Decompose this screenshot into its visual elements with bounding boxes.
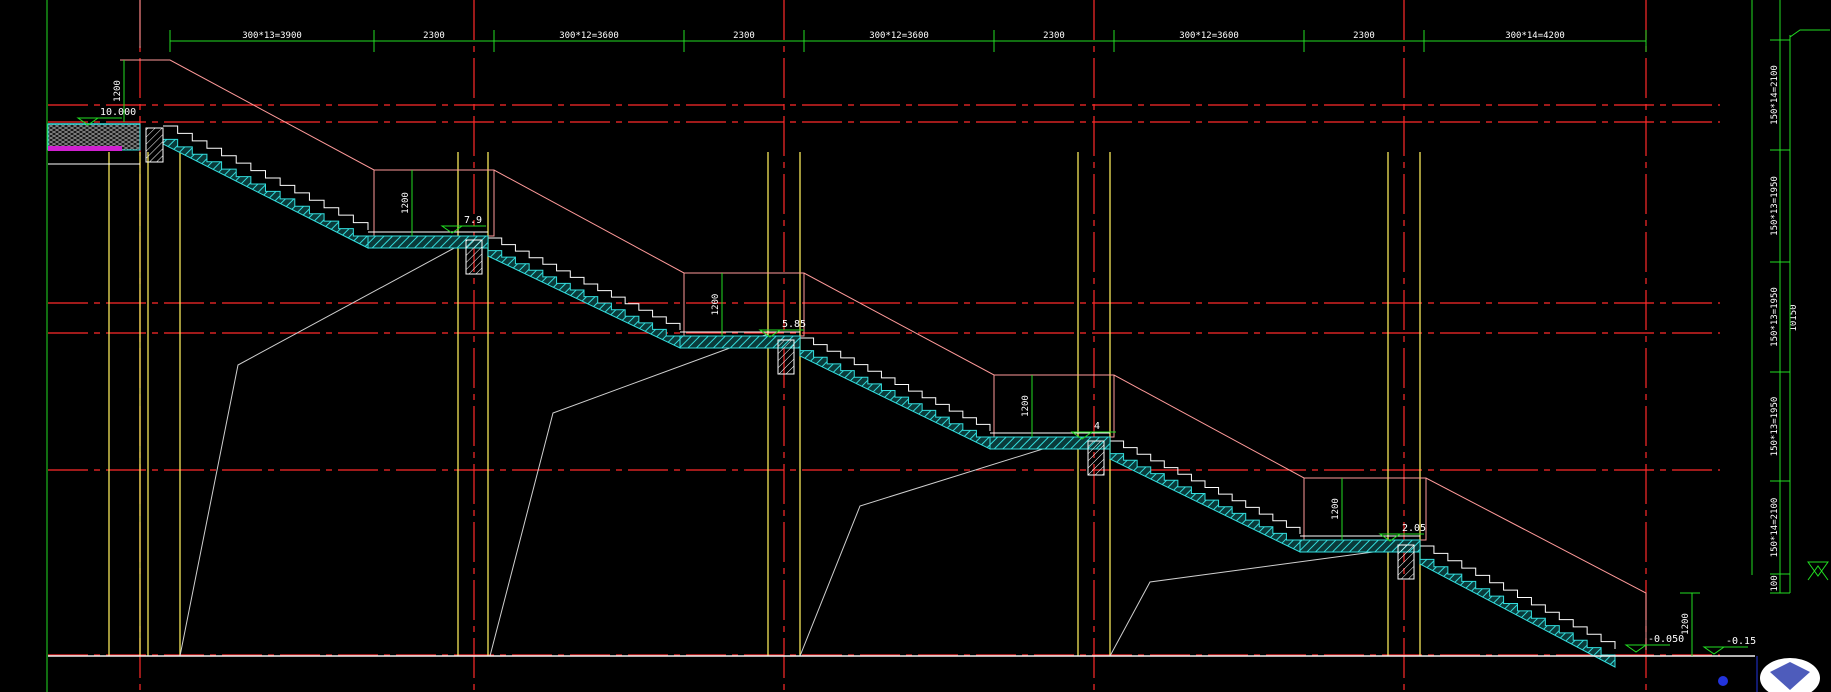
- dimension-annotations: 300*13=3900 2300 300*12=3600 2300 300*12=360…: [113, 29, 1830, 656]
- landing-height-label: 1200: [711, 294, 721, 316]
- level-bottom-symbol: [1624, 644, 1670, 653]
- outline-railing-line: [120, 59, 1647, 650]
- top-dimension-label: 300*12=3600: [1179, 31, 1239, 41]
- support-brace: [799, 437, 1079, 657]
- stair-flight: [1109, 447, 1301, 553]
- railing-height-label-bottom: 1200: [1681, 613, 1691, 635]
- top-dimension-label: 300*12=3600: [869, 31, 929, 41]
- stair-steps: [800, 337, 991, 431]
- level-bottom: -0.050: [1648, 634, 1684, 645]
- top-floor-slab: [47, 123, 164, 165]
- stair-flight: [1419, 552, 1616, 668]
- support-brace: [179, 245, 459, 657]
- landing-beam: [1087, 440, 1105, 476]
- drawing-frame: [46, 0, 1781, 692]
- axis-horizontal-lines: [48, 104, 1720, 656]
- right-dimension-label: 150*13=1950: [1770, 397, 1780, 457]
- stair-section: [162, 125, 1616, 668]
- right-dimension-label: 150*14=2100: [1770, 65, 1780, 125]
- railing-height-label: 1200: [113, 80, 123, 102]
- stair-steps: [1110, 440, 1301, 534]
- level-landing-2: 5.85: [782, 319, 806, 330]
- landing-height-label: 1200: [1331, 498, 1341, 520]
- level-ground-symbol: [1702, 646, 1748, 655]
- level-ground: -0.15: [1726, 636, 1756, 647]
- stair-flight: [799, 344, 991, 450]
- top-dimension-label: 300*14=4200: [1505, 31, 1565, 41]
- top-dimension-chain: 300*13=3900 2300 300*12=3600 2300 300*12=360…: [169, 30, 1647, 52]
- level-landing-1: 7.9: [464, 215, 482, 226]
- compass-icon: [1718, 656, 1820, 692]
- right-dimension-label: 100: [1770, 575, 1780, 591]
- landing-height-label: 1200: [401, 192, 411, 214]
- top-dimension-label: 300*13=3900: [242, 31, 302, 41]
- top-dimension-label: 2300: [1043, 31, 1065, 41]
- top-dimension-label: 300*12=3600: [559, 31, 619, 41]
- level-arrow-bottom: [1807, 561, 1829, 581]
- level-top: 10.000: [100, 107, 136, 118]
- landing-beam: [777, 339, 795, 375]
- cad-drawing-canvas[interactable]: 300*13=3900 2300 300*12=3600 2300 300*12=360…: [0, 0, 1831, 692]
- level-landing-4: 2.05: [1402, 523, 1426, 534]
- right-dimension-label: 150*13=1950: [1770, 176, 1780, 236]
- top-dimension-label: 2300: [1353, 31, 1375, 41]
- right-dimension-chain: 150*14=2100 150*13=1950 150*13=1950 150*13=…: [1770, 29, 1830, 594]
- level-landing-3: 4: [1094, 421, 1100, 432]
- stair-steps: [488, 237, 681, 330]
- landing-beam: [1397, 544, 1415, 580]
- support-brace: [489, 333, 769, 657]
- stair-flight: [162, 132, 369, 249]
- support-brace: [1109, 549, 1389, 657]
- right-dimension-label: 150*13=1950: [1770, 287, 1780, 347]
- landing-beam: [465, 239, 483, 275]
- landing-height-label: 1200: [1021, 395, 1031, 417]
- top-dimension-label: 2300: [423, 31, 445, 41]
- right-dimension-label: 150*14=2100: [1770, 498, 1780, 558]
- top-dimension-label: 2300: [733, 31, 755, 41]
- structural-columns: [108, 152, 1421, 656]
- level-markers: 10.000 7.9 5.85 4 2.05 -0.050 -0.15: [76, 107, 1756, 655]
- stair-steps: [163, 125, 369, 230]
- level-arrow-top: [1789, 29, 1830, 38]
